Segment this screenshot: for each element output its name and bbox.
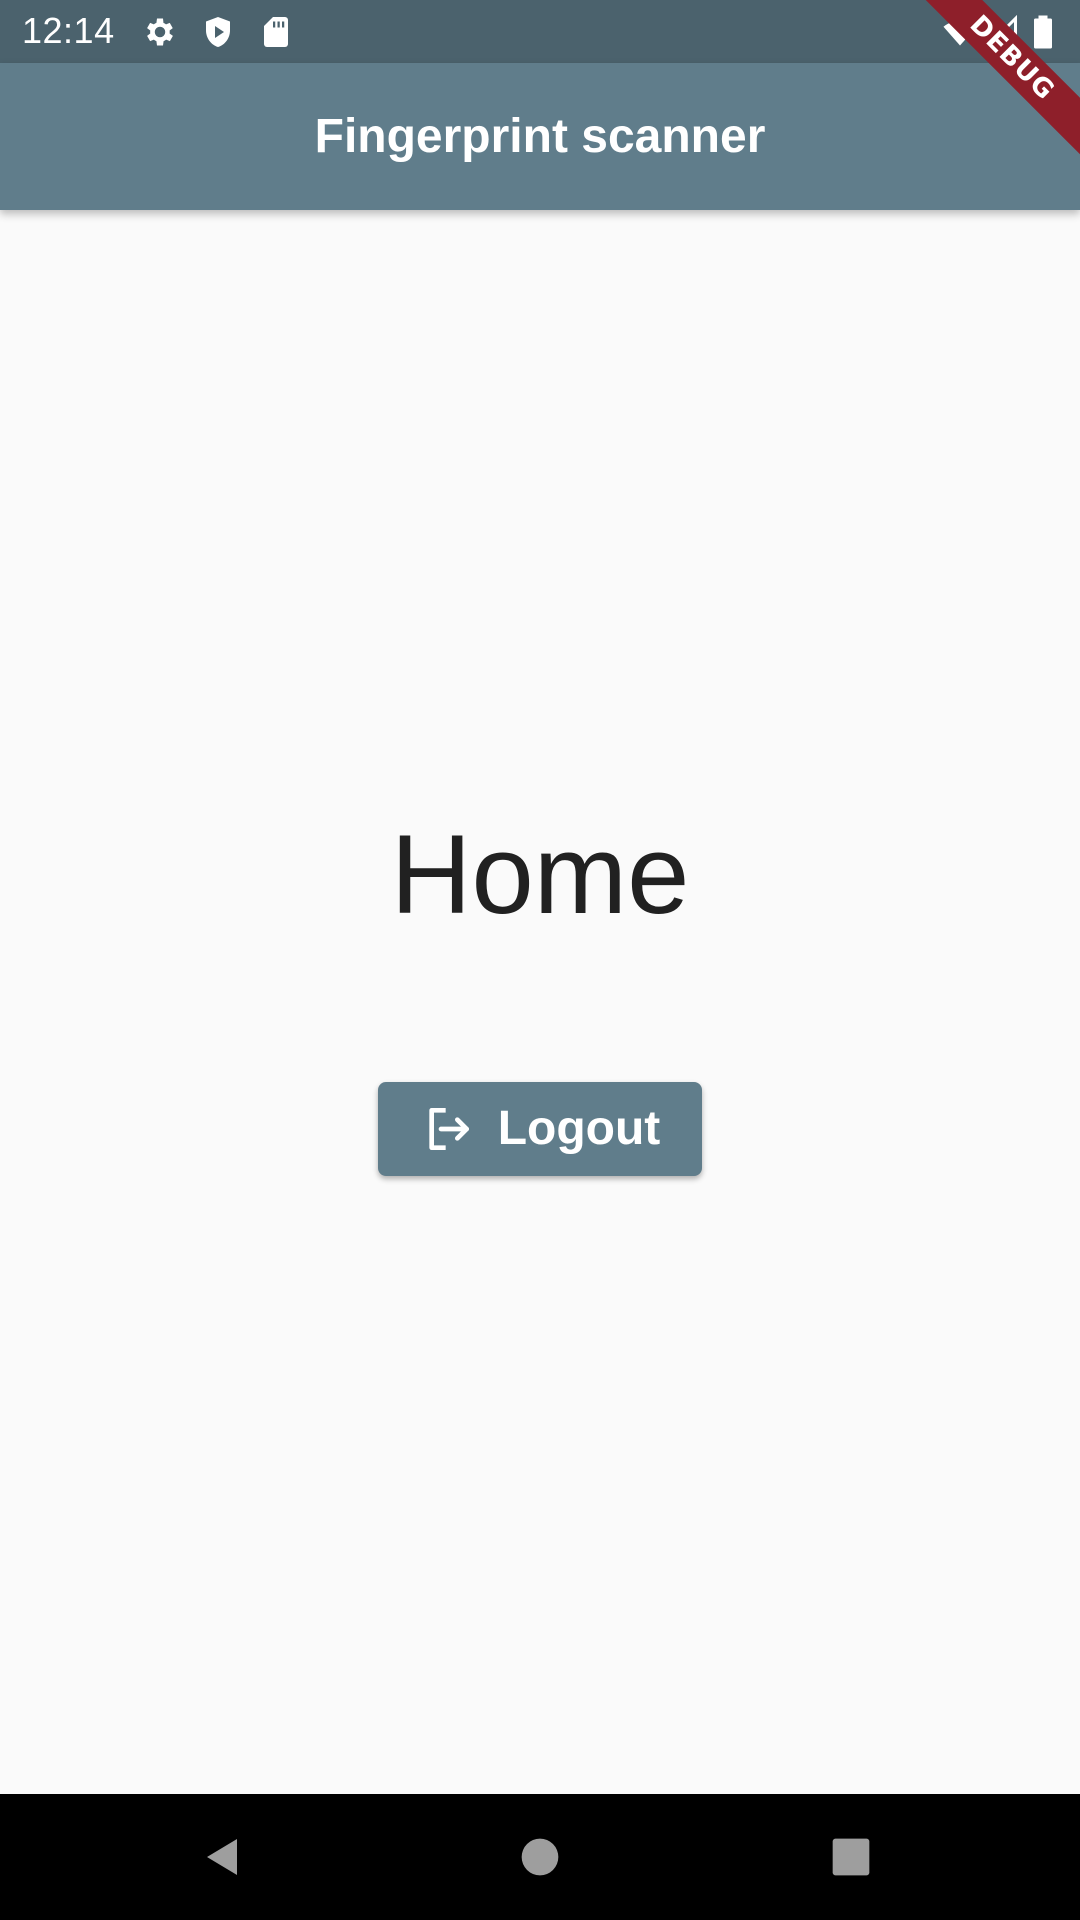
- back-icon: [201, 1833, 249, 1881]
- recents-icon: [829, 1835, 873, 1879]
- logout-icon: [420, 1101, 476, 1157]
- shield-play-icon: [200, 14, 236, 50]
- home-button[interactable]: [507, 1824, 573, 1890]
- screen: 12:14 DEBUG Fingerprint scanner Home Log…: [0, 0, 1080, 1920]
- nav-bar: [0, 1794, 1080, 1920]
- battery-icon: [1030, 14, 1056, 50]
- back-button[interactable]: [192, 1824, 258, 1890]
- home-icon: [518, 1835, 562, 1879]
- app-title: Fingerprint scanner: [314, 110, 766, 163]
- home-heading: Home: [390, 812, 690, 937]
- sd-card-icon: [258, 14, 294, 50]
- logout-button[interactable]: Logout: [378, 1082, 702, 1176]
- gear-icon: [142, 14, 178, 50]
- app-bar: Fingerprint scanner: [0, 63, 1080, 210]
- status-bar: 12:14: [0, 0, 1080, 63]
- recents-button[interactable]: [818, 1824, 884, 1890]
- logout-label: Logout: [497, 1102, 661, 1155]
- status-time: 12:14: [22, 10, 115, 51]
- wifi-icon: [942, 14, 978, 50]
- signal-icon: [984, 14, 1020, 50]
